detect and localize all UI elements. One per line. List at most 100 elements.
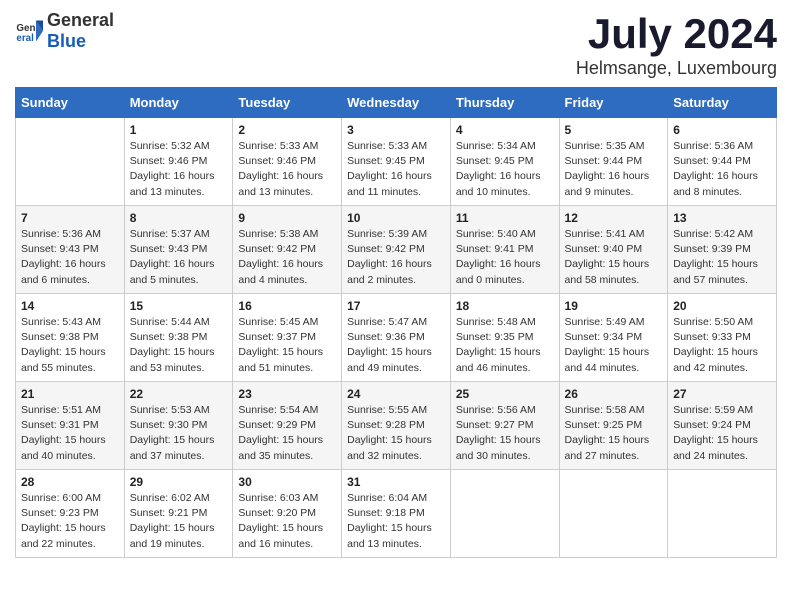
day-number: 23 xyxy=(238,387,336,401)
day-of-week-wednesday: Wednesday xyxy=(342,88,451,118)
day-number: 30 xyxy=(238,475,336,489)
day-info: Sunrise: 5:50 AMSunset: 9:33 PMDaylight:… xyxy=(673,315,771,376)
calendar-cell: 25 Sunrise: 5:56 AMSunset: 9:27 PMDayligh… xyxy=(450,382,559,470)
day-number: 7 xyxy=(21,211,119,225)
day-info: Sunrise: 5:40 AMSunset: 9:41 PMDaylight:… xyxy=(456,227,554,288)
calendar-cell: 18Sunrise: 5:48 AMSunset: 9:35 PMDayligh… xyxy=(450,294,559,382)
day-number: 25 xyxy=(456,387,554,401)
day-info: Sunrise: 5:45 AMSunset: 9:37 PMDaylight:… xyxy=(238,315,336,376)
logo-text-general: General xyxy=(47,10,114,31)
day-number: 27 xyxy=(673,387,771,401)
day-number: 9 xyxy=(238,211,336,225)
calendar-cell xyxy=(16,118,125,206)
calendar-cell: 8Sunrise: 5:37 AMSunset: 9:43 PMDaylight… xyxy=(124,206,233,294)
day-of-week-thursday: Thursday xyxy=(450,88,559,118)
day-info: Sunrise: 5:59 AMSunset: 9:24 PMDaylight:… xyxy=(673,403,771,464)
day-info: Sunrise: 5:58 AMSunset: 9:25 PMDaylight:… xyxy=(565,403,663,464)
day-of-week-friday: Friday xyxy=(559,88,668,118)
calendar-cell: 28 Sunrise: 6:00 AMSunset: 9:23 PMDayligh… xyxy=(16,470,125,558)
day-info: Sunrise: 5:43 AMSunset: 9:38 PMDaylight:… xyxy=(21,315,119,376)
calendar-cell: 26Sunrise: 5:58 AMSunset: 9:25 PMDayligh… xyxy=(559,382,668,470)
title-area: July 2024 Helmsange, Luxembourg xyxy=(576,10,777,79)
day-number: 2 xyxy=(238,123,336,137)
calendar-cell: 24 Sunrise: 5:55 AMSunset: 9:28 PMDayligh… xyxy=(342,382,451,470)
calendar-cell: 6Sunrise: 5:36 AMSunset: 9:44 PMDaylight… xyxy=(668,118,777,206)
day-info: Sunrise: 5:56 AMSunset: 9:27 PMDaylight:… xyxy=(456,403,554,464)
calendar-table: SundayMondayTuesdayWednesdayThursdayFrid… xyxy=(15,87,777,558)
week-row-3: 14 Sunrise: 5:43 AMSunset: 9:38 PMDayligh… xyxy=(16,294,777,382)
calendar-cell: 31 Sunrise: 6:04 AMSunset: 9:18 PMDayligh… xyxy=(342,470,451,558)
calendar-cell xyxy=(559,470,668,558)
week-row-4: 21 Sunrise: 5:51 AMSunset: 9:31 PMDayligh… xyxy=(16,382,777,470)
calendar-cell: 3 Sunrise: 5:33 AMSunset: 9:45 PMDaylight… xyxy=(342,118,451,206)
calendar-cell: 20Sunrise: 5:50 AMSunset: 9:33 PMDayligh… xyxy=(668,294,777,382)
day-of-week-tuesday: Tuesday xyxy=(233,88,342,118)
day-info: Sunrise: 5:33 AMSunset: 9:46 PMDaylight:… xyxy=(238,139,336,200)
calendar-cell: 11 Sunrise: 5:40 AMSunset: 9:41 PMDayligh… xyxy=(450,206,559,294)
day-info: Sunrise: 6:00 AMSunset: 9:23 PMDaylight:… xyxy=(21,491,119,552)
day-info: Sunrise: 5:35 AMSunset: 9:44 PMDaylight:… xyxy=(565,139,663,200)
logo-icon: Gen eral xyxy=(15,17,43,45)
day-number: 21 xyxy=(21,387,119,401)
day-info: Sunrise: 5:38 AMSunset: 9:42 PMDaylight:… xyxy=(238,227,336,288)
day-info: Sunrise: 5:42 AMSunset: 9:39 PMDaylight:… xyxy=(673,227,771,288)
calendar-cell: 17 Sunrise: 5:47 AMSunset: 9:36 PMDayligh… xyxy=(342,294,451,382)
calendar-cell: 4Sunrise: 5:34 AMSunset: 9:45 PMDaylight… xyxy=(450,118,559,206)
day-info: Sunrise: 5:33 AMSunset: 9:45 PMDaylight:… xyxy=(347,139,445,200)
calendar-cell: 12 Sunrise: 5:41 AMSunset: 9:40 PMDayligh… xyxy=(559,206,668,294)
week-row-1: 1 Sunrise: 5:32 AMSunset: 9:46 PMDaylight… xyxy=(16,118,777,206)
day-number: 12 xyxy=(565,211,663,225)
day-number: 19 xyxy=(565,299,663,313)
calendar-cell: 7 Sunrise: 5:36 AMSunset: 9:43 PMDaylight… xyxy=(16,206,125,294)
day-info: Sunrise: 5:48 AMSunset: 9:35 PMDaylight:… xyxy=(456,315,554,376)
day-number: 15 xyxy=(130,299,228,313)
logo: Gen eral General Blue xyxy=(15,10,114,52)
location-title: Helmsange, Luxembourg xyxy=(576,58,777,79)
svg-text:eral: eral xyxy=(16,33,34,44)
day-info: Sunrise: 6:04 AMSunset: 9:18 PMDaylight:… xyxy=(347,491,445,552)
calendar-cell: 27 Sunrise: 5:59 AMSunset: 9:24 PMDayligh… xyxy=(668,382,777,470)
day-info: Sunrise: 5:47 AMSunset: 9:36 PMDaylight:… xyxy=(347,315,445,376)
calendar-cell: 13 Sunrise: 5:42 AMSunset: 9:39 PMDayligh… xyxy=(668,206,777,294)
day-number: 11 xyxy=(456,211,554,225)
calendar-cell: 5Sunrise: 5:35 AMSunset: 9:44 PMDaylight… xyxy=(559,118,668,206)
calendar-cell xyxy=(450,470,559,558)
calendar-cell: 23 Sunrise: 5:54 AMSunset: 9:29 PMDayligh… xyxy=(233,382,342,470)
calendar-cell: 16 Sunrise: 5:45 AMSunset: 9:37 PMDayligh… xyxy=(233,294,342,382)
calendar-cell: 1 Sunrise: 5:32 AMSunset: 9:46 PMDaylight… xyxy=(124,118,233,206)
day-info: Sunrise: 6:03 AMSunset: 9:20 PMDaylight:… xyxy=(238,491,336,552)
calendar-cell: 14 Sunrise: 5:43 AMSunset: 9:38 PMDayligh… xyxy=(16,294,125,382)
day-info: Sunrise: 5:54 AMSunset: 9:29 PMDaylight:… xyxy=(238,403,336,464)
day-number: 29 xyxy=(130,475,228,489)
day-info: Sunrise: 5:39 AMSunset: 9:42 PMDaylight:… xyxy=(347,227,445,288)
day-number: 3 xyxy=(347,123,445,137)
day-number: 16 xyxy=(238,299,336,313)
calendar-cell: 29 Sunrise: 6:02 AMSunset: 9:21 PMDayligh… xyxy=(124,470,233,558)
day-number: 13 xyxy=(673,211,771,225)
calendar-cell xyxy=(668,470,777,558)
day-info: Sunrise: 5:36 AMSunset: 9:43 PMDaylight:… xyxy=(21,227,119,288)
day-info: Sunrise: 5:51 AMSunset: 9:31 PMDaylight:… xyxy=(21,403,119,464)
calendar-cell: 22Sunrise: 5:53 AMSunset: 9:30 PMDayligh… xyxy=(124,382,233,470)
day-info: Sunrise: 5:37 AMSunset: 9:43 PMDaylight:… xyxy=(130,227,228,288)
day-number: 6 xyxy=(673,123,771,137)
day-info: Sunrise: 5:32 AMSunset: 9:46 PMDaylight:… xyxy=(130,139,228,200)
calendar-cell: 10Sunrise: 5:39 AMSunset: 9:42 PMDayligh… xyxy=(342,206,451,294)
day-info: Sunrise: 5:41 AMSunset: 9:40 PMDaylight:… xyxy=(565,227,663,288)
day-number: 31 xyxy=(347,475,445,489)
day-info: Sunrise: 5:49 AMSunset: 9:34 PMDaylight:… xyxy=(565,315,663,376)
day-of-week-saturday: Saturday xyxy=(668,88,777,118)
day-number: 1 xyxy=(130,123,228,137)
day-number: 17 xyxy=(347,299,445,313)
day-number: 14 xyxy=(21,299,119,313)
day-info: Sunrise: 5:44 AMSunset: 9:38 PMDaylight:… xyxy=(130,315,228,376)
day-number: 28 xyxy=(21,475,119,489)
day-info: Sunrise: 5:55 AMSunset: 9:28 PMDaylight:… xyxy=(347,403,445,464)
day-info: Sunrise: 6:02 AMSunset: 9:21 PMDaylight:… xyxy=(130,491,228,552)
calendar-header: SundayMondayTuesdayWednesdayThursdayFrid… xyxy=(16,88,777,118)
day-number: 24 xyxy=(347,387,445,401)
calendar-cell: 21 Sunrise: 5:51 AMSunset: 9:31 PMDayligh… xyxy=(16,382,125,470)
day-of-week-monday: Monday xyxy=(124,88,233,118)
calendar-cell: 30 Sunrise: 6:03 AMSunset: 9:20 PMDayligh… xyxy=(233,470,342,558)
day-info: Sunrise: 5:34 AMSunset: 9:45 PMDaylight:… xyxy=(456,139,554,200)
